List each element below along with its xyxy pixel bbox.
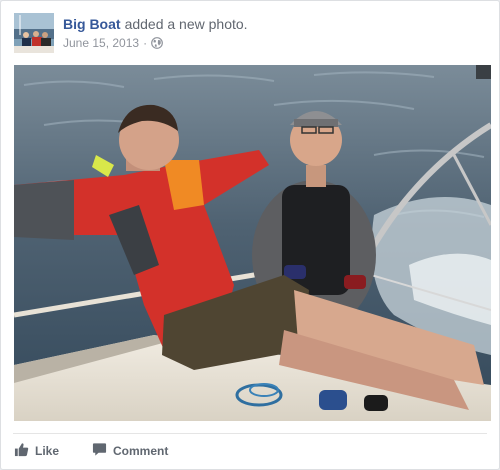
page-name-link[interactable]: Big Boat [63,16,121,32]
comment-bubble-icon [92,442,113,460]
comment-label: Comment [113,444,169,458]
like-label: Like [35,444,60,458]
post-title-line: Big Boat added a new photo. [63,15,248,33]
like-button[interactable]: Like [14,442,59,460]
feed-post: Big Boat added a new photo. June 15, 2013… [0,0,500,470]
post-action-bar: Like Comment [13,433,487,464]
globe-icon[interactable] [151,37,163,53]
page-avatar[interactable] [14,13,54,53]
post-meta: June 15, 2013 · [63,35,163,53]
comment-button[interactable]: Comment [92,442,168,460]
avatar-image [14,13,54,53]
sailing-photo-image [14,65,491,421]
post-action-text: added a new photo. [124,16,248,32]
meta-separator: · [143,36,148,50]
post-timestamp[interactable]: June 15, 2013 [63,36,139,50]
thumbs-up-icon [14,442,35,460]
post-photo[interactable] [14,65,491,421]
